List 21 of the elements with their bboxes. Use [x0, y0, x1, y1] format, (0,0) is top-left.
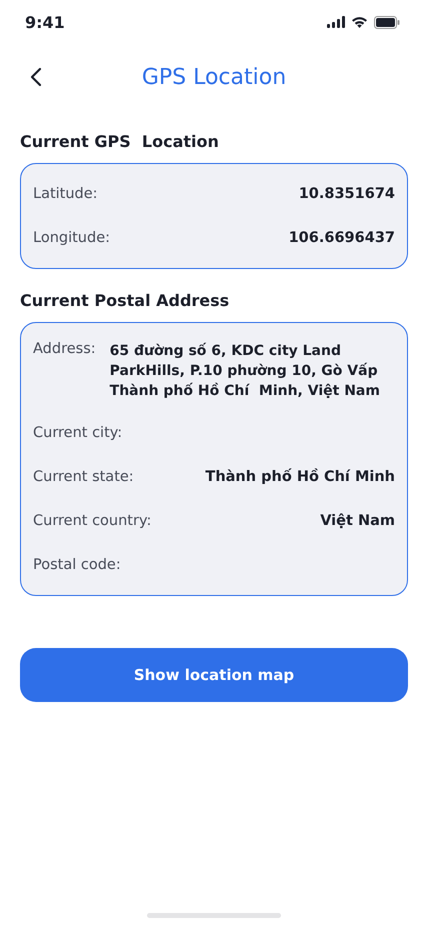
- show-map-button[interactable]: Show location map: [20, 648, 408, 702]
- field-value: 10.8351674: [298, 186, 395, 202]
- field-label: Longitude:: [33, 230, 110, 246]
- field-label: Postal code:: [33, 557, 121, 573]
- field-label: Current country:: [33, 513, 152, 529]
- field-value: Thành phố Hồ Chí Minh: [205, 469, 395, 485]
- field-label: Current city:: [33, 425, 122, 441]
- field-value: Việt Nam: [320, 513, 395, 529]
- signal-icon: [327, 16, 345, 28]
- address-value: 65 đường số 6, KDC city Land ParkHills, P.10 phường 10, Gò Vấp Thành phố Hồ Chí Minh, Việt Nam: [110, 342, 381, 401]
- section-heading: Current GPS Location: [20, 132, 220, 151]
- wifi-icon: [351, 16, 368, 28]
- field-value: 106.6696437: [288, 230, 395, 246]
- field-label: Current state:: [33, 469, 134, 485]
- field-label: Address:: [33, 341, 96, 357]
- field-label: Latitude:: [33, 186, 98, 202]
- back-icon: [30, 67, 42, 87]
- status-time: 9:41: [25, 12, 65, 32]
- page-title: GPS Location: [142, 64, 286, 90]
- section-heading: Current Postal Address: [20, 291, 230, 310]
- battery-icon: [374, 16, 400, 28]
